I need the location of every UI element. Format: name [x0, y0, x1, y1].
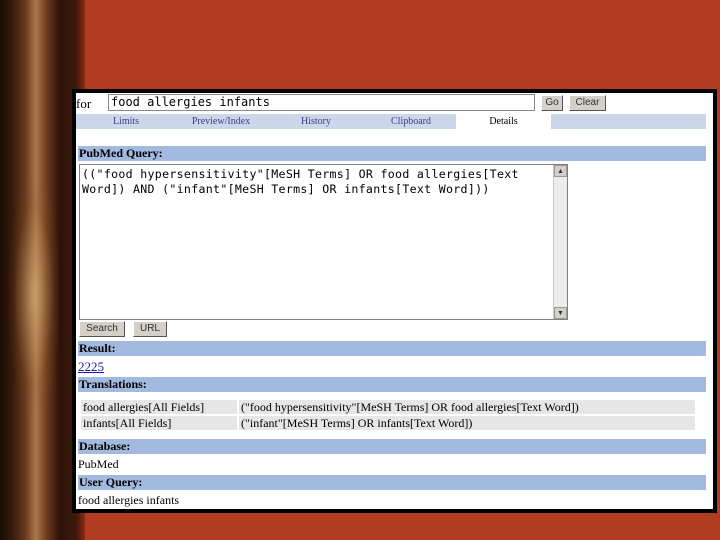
result-heading: Result:: [78, 341, 706, 356]
query-textarea[interactable]: (("food hypersensitivity"[MeSH Terms] OR…: [79, 164, 568, 320]
translation-term: food allergies[All Fields]: [81, 400, 237, 414]
query-text[interactable]: (("food hypersensitivity"[MeSH Terms] OR…: [82, 167, 552, 196]
tab-history[interactable]: History: [281, 114, 351, 129]
translation-value: ("infant"[MeSH Terms] OR infants[Text Wo…: [239, 416, 695, 430]
search-input[interactable]: food allergies infants: [108, 94, 535, 111]
table-row: food allergies[All Fields] ("food hypers…: [81, 400, 695, 414]
database-value: PubMed: [78, 457, 119, 471]
translation-term: infants[All Fields]: [81, 416, 237, 430]
table-row: infants[All Fields] ("infant"[MeSH Terms…: [81, 416, 695, 430]
for-label: for: [76, 96, 92, 111]
pubmed-query-heading: PubMed Query:: [78, 146, 706, 161]
scroll-down-icon[interactable]: ▼: [554, 307, 567, 319]
translation-value: ("food hypersensitivity"[MeSH Terms] OR …: [239, 400, 695, 414]
tab-details[interactable]: Details: [456, 114, 551, 129]
query-scrollbar[interactable]: ▲ ▼: [553, 165, 567, 319]
search-button[interactable]: Search: [79, 321, 125, 337]
tab-clipboard[interactable]: Clipboard: [371, 114, 451, 129]
result-count-link[interactable]: 2225: [78, 359, 104, 375]
slide-background-glow: [8, 180, 60, 410]
tab-preview-index[interactable]: Preview/Index: [176, 114, 266, 129]
pubmed-details-page: for food allergies infants Go Clear Limi…: [76, 93, 713, 509]
user-query-value: food allergies infants: [78, 493, 180, 507]
translations-heading: Translations:: [78, 377, 706, 392]
user-query-heading: User Query:: [78, 475, 706, 490]
url-button[interactable]: URL: [133, 321, 167, 337]
go-button[interactable]: Go: [541, 95, 563, 111]
clear-button[interactable]: Clear: [569, 95, 606, 111]
scroll-up-icon[interactable]: ▲: [554, 165, 567, 177]
translations-table: food allergies[All Fields] ("food hypers…: [79, 398, 697, 432]
tab-limits[interactable]: Limits: [96, 114, 156, 129]
database-heading: Database:: [78, 439, 706, 454]
